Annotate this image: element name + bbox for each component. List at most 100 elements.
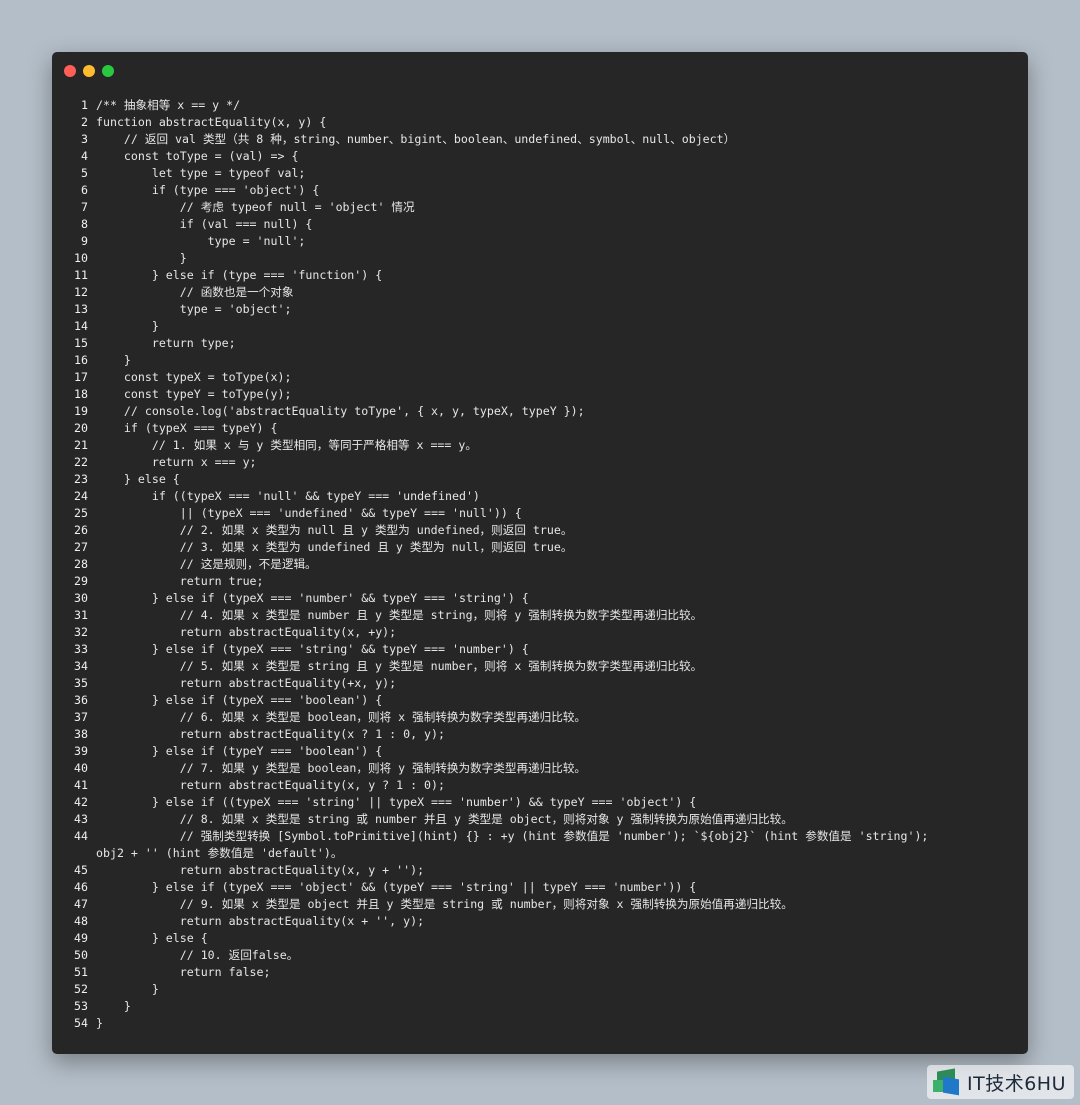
line-number: 19 <box>74 404 88 418</box>
line-number: 39 <box>74 744 88 758</box>
line-number: 22 <box>74 455 88 469</box>
code-line: 13 type = 'object'; <box>52 301 1028 318</box>
code-line: 1 /** 抽象相等 x == y */ <box>52 97 1028 114</box>
code-line: 12 // 函数也是一个对象 <box>52 284 1028 301</box>
line-number: 34 <box>74 659 88 673</box>
line-number: 35 <box>74 676 88 690</box>
line-number: 3 <box>81 132 88 146</box>
code-line: 48 return abstractEquality(x + '', y); <box>52 913 1028 930</box>
code-line: 35 return abstractEquality(+x, y); <box>52 675 1028 692</box>
line-text: } else if (typeX === 'number' && typeY =… <box>96 591 529 605</box>
code-line: 54} <box>52 1015 1028 1032</box>
line-text: } <box>96 251 187 265</box>
line-text: // 6. 如果 x 类型是 boolean，则将 x 强制转换为数字类型再递归… <box>96 710 587 724</box>
code-line: 36 } else if (typeX === 'boolean') { <box>52 692 1028 709</box>
line-number: 28 <box>74 557 88 571</box>
code-line: 10 } <box>52 250 1028 267</box>
line-text: } else if (type === 'function') { <box>96 268 383 282</box>
code-line: 22 return x === y; <box>52 454 1028 471</box>
line-text: // 4. 如果 x 类型是 number 且 y 类型是 string，则将 … <box>96 608 703 622</box>
code-line: 16 } <box>52 352 1028 369</box>
line-number: 21 <box>74 438 88 452</box>
code-line: 26 // 2. 如果 x 类型为 null 且 y 类型为 undefined… <box>52 522 1028 539</box>
code-line: 2 function abstractEquality(x, y) { <box>52 114 1028 131</box>
it-logo-icon <box>931 1068 961 1096</box>
watermark-text: IT技术6HU <box>967 1072 1066 1095</box>
line-text: function abstractEquality(x, y) { <box>96 115 327 129</box>
code-line: 15 return type; <box>52 335 1028 352</box>
line-number: 50 <box>74 948 88 962</box>
line-number: 49 <box>74 931 88 945</box>
line-number: 2 <box>81 115 88 129</box>
line-number: 53 <box>74 999 88 1013</box>
line-number: 38 <box>74 727 88 741</box>
line-number: 41 <box>74 778 88 792</box>
line-text: const toType = (val) => { <box>96 149 299 163</box>
line-text: return abstractEquality(x ? 1 : 0, y); <box>96 727 446 741</box>
code-line: 52 } <box>52 981 1028 998</box>
code-line: 5 let type = typeof val; <box>52 165 1028 182</box>
code-line: 44 // 强制类型转换 [Symbol.toPrimitive](hint) … <box>52 828 1028 862</box>
code-block: 1 /** 抽象相等 x == y */ 2 function abstractEqu… <box>52 97 1028 1032</box>
code-line: 21 // 1. 如果 x 与 y 类型相同，等同于严格相等 x === y。 <box>52 437 1028 454</box>
line-number: 16 <box>74 353 88 367</box>
line-number: 12 <box>74 285 88 299</box>
line-number: 5 <box>81 166 88 180</box>
line-text: if (val === null) { <box>96 217 313 231</box>
line-number: 54 <box>74 1016 88 1030</box>
line-number: 9 <box>81 234 88 248</box>
line-text: // console.log('abstractEquality toType'… <box>96 404 585 418</box>
zoom-dot-icon[interactable] <box>102 65 114 77</box>
close-dot-icon[interactable] <box>64 65 76 77</box>
code-line: 41 return abstractEquality(x, y ? 1 : 0)… <box>52 777 1028 794</box>
code-line: 38 return abstractEquality(x ? 1 : 0, y)… <box>52 726 1028 743</box>
line-text: // 这是规则，不是逻辑。 <box>96 557 317 571</box>
line-text: } else { <box>96 931 208 945</box>
line-number: 6 <box>81 183 88 197</box>
line-number: 37 <box>74 710 88 724</box>
line-text: } <box>96 982 159 996</box>
line-number: 40 <box>74 761 88 775</box>
line-text: let type = typeof val; <box>96 166 306 180</box>
line-text: if (type === 'object') { <box>96 183 320 197</box>
line-text: type = 'object'; <box>96 302 292 316</box>
line-text: return false; <box>96 965 271 979</box>
minimize-dot-icon[interactable] <box>83 65 95 77</box>
line-text: return abstractEquality(x, y + ''); <box>96 863 425 877</box>
line-number: 30 <box>74 591 88 605</box>
line-text: // 返回 val 类型（共 8 种，string、number、bigint、… <box>96 132 736 146</box>
line-text: return abstractEquality(x, +y); <box>96 625 397 639</box>
code-line: 27 // 3. 如果 x 类型为 undefined 且 y 类型为 null… <box>52 539 1028 556</box>
code-line: 33 } else if (typeX === 'string' && type… <box>52 641 1028 658</box>
line-number: 14 <box>74 319 88 333</box>
line-text: // 9. 如果 x 类型是 object 并且 y 类型是 string 或 … <box>96 897 793 911</box>
line-text: // 5. 如果 x 类型是 string 且 y 类型是 number，则将 … <box>96 659 703 673</box>
code-line: 53 } <box>52 998 1028 1015</box>
line-number: 15 <box>74 336 88 350</box>
line-number: 1 <box>81 98 88 112</box>
code-line: 32 return abstractEquality(x, +y); <box>52 624 1028 641</box>
code-line: 18 const typeY = toType(y); <box>52 386 1028 403</box>
code-line: 43 // 8. 如果 x 类型是 string 或 number 并且 y 类… <box>52 811 1028 828</box>
line-number: 48 <box>74 914 88 928</box>
code-line: 34 // 5. 如果 x 类型是 string 且 y 类型是 number，… <box>52 658 1028 675</box>
line-number: 25 <box>74 506 88 520</box>
line-number: 8 <box>81 217 88 231</box>
code-line: 39 } else if (typeY === 'boolean') { <box>52 743 1028 760</box>
code-line: 6 if (type === 'object') { <box>52 182 1028 199</box>
code-line: 51 return false; <box>52 964 1028 981</box>
line-text: if ((typeX === 'null' && typeY === 'unde… <box>96 489 480 503</box>
line-text: } <box>96 353 131 367</box>
line-text: /** 抽象相等 x == y */ <box>96 98 241 112</box>
line-number: 36 <box>74 693 88 707</box>
line-text: } <box>96 1016 103 1030</box>
line-number: 11 <box>74 268 88 282</box>
code-line: 11 } else if (type === 'function') { <box>52 267 1028 284</box>
line-text: // 函数也是一个对象 <box>96 285 294 299</box>
line-text: // 2. 如果 x 类型为 null 且 y 类型为 undefined，则返… <box>96 523 573 537</box>
line-text: return abstractEquality(+x, y); <box>96 676 397 690</box>
code-line: 37 // 6. 如果 x 类型是 boolean，则将 x 强制转换为数字类型… <box>52 709 1028 726</box>
line-text: return true; <box>96 574 264 588</box>
line-number: 13 <box>74 302 88 316</box>
line-number: 7 <box>81 200 88 214</box>
